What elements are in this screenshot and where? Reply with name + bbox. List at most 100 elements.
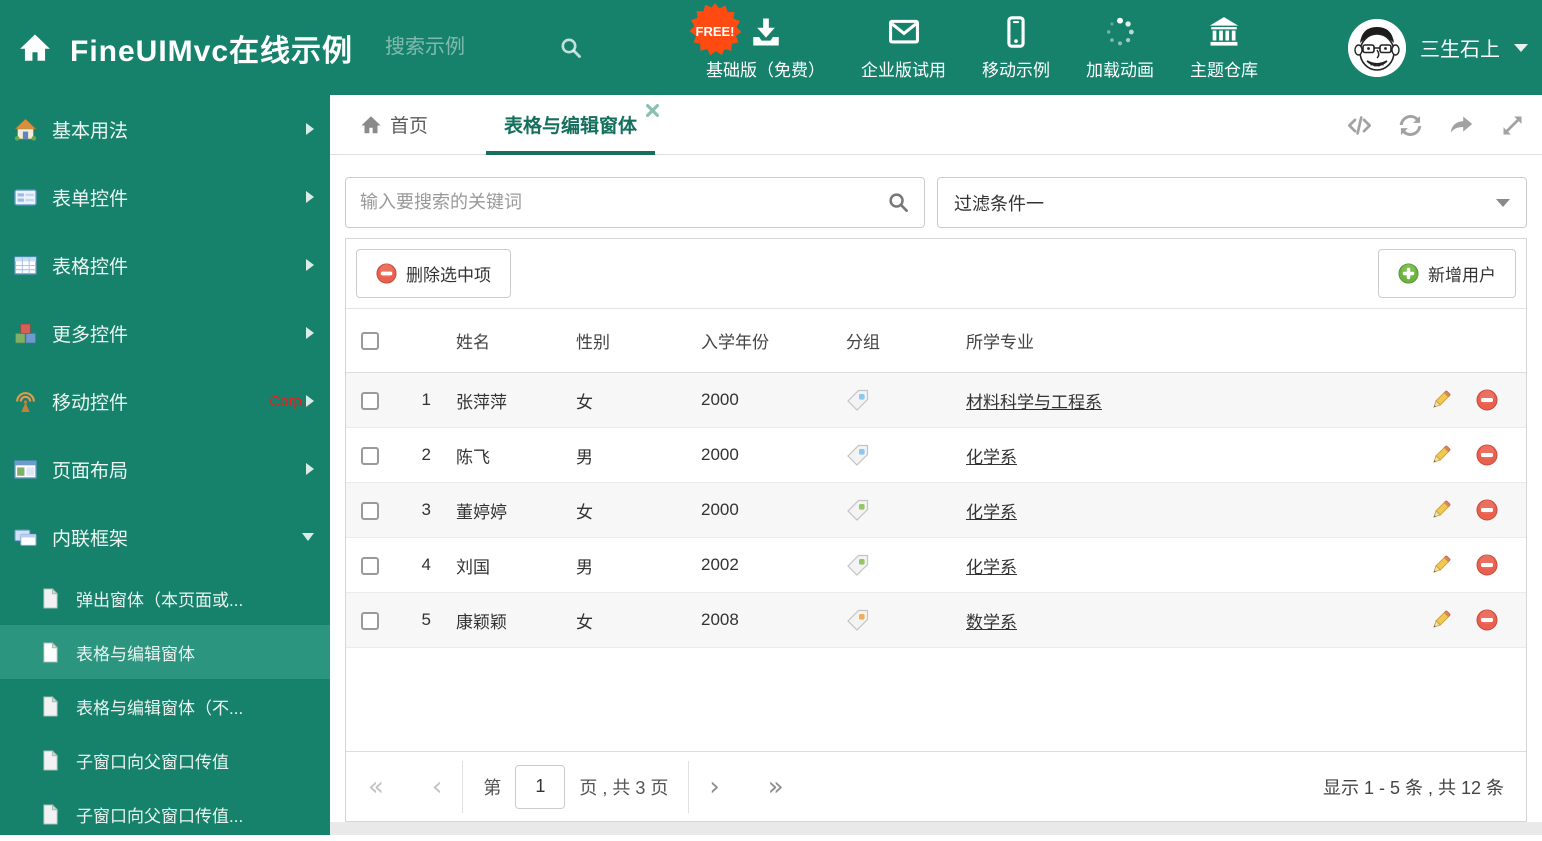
edit-icon[interactable] bbox=[1430, 389, 1452, 411]
table-body: 1 张萍萍 女 2000 材料科学与工程系 2 陈飞 男 2000 化学系 3 … bbox=[346, 373, 1526, 648]
delete-selected-button[interactable]: 删除选中项 bbox=[356, 249, 511, 298]
delete-icon[interactable] bbox=[1476, 609, 1498, 631]
year-cell: 2002 bbox=[701, 555, 739, 574]
grid-panel: 删除选中项 新增用户 姓名 性别 入学年份 分组 所学专业 1 张萍萍 女 20… bbox=[345, 238, 1527, 822]
prev-page-button[interactable]: ‹ bbox=[432, 774, 442, 800]
year-cell: 2000 bbox=[701, 390, 739, 409]
horizontal-scrollbar[interactable] bbox=[330, 822, 1542, 835]
filter-row: 过滤条件一 bbox=[345, 177, 1527, 228]
col-header-major[interactable]: 所学专业 bbox=[951, 328, 1401, 353]
name-cell: 董婷婷 bbox=[456, 502, 507, 522]
nav-mobile-demo[interactable]: 移动示例 bbox=[982, 15, 1050, 81]
last-page-button[interactable]: » bbox=[768, 774, 784, 800]
tag-icon bbox=[847, 499, 869, 521]
expand-arrow-icon bbox=[306, 191, 314, 203]
search-icon[interactable] bbox=[559, 36, 583, 60]
col-header-name[interactable]: 姓名 bbox=[441, 328, 561, 353]
bank-icon bbox=[1209, 16, 1239, 46]
table-row: 5 康颖颖 女 2008 数学系 bbox=[346, 593, 1526, 648]
expand-icon[interactable] bbox=[1499, 112, 1526, 139]
share-icon[interactable] bbox=[1448, 112, 1475, 139]
antenna-icon bbox=[16, 391, 35, 412]
home-icon[interactable] bbox=[18, 31, 52, 65]
col-header-year[interactable]: 入学年份 bbox=[686, 328, 831, 353]
edit-icon[interactable] bbox=[1430, 499, 1452, 521]
delete-icon[interactable] bbox=[1476, 554, 1498, 576]
select-all-checkbox[interactable] bbox=[361, 332, 379, 351]
first-page-button[interactable]: « bbox=[368, 774, 384, 800]
row-checkbox[interactable] bbox=[361, 501, 379, 520]
submenu-item-child-to-parent-2[interactable]: 子窗口向父窗口传值... bbox=[0, 787, 330, 841]
major-link[interactable]: 化学系 bbox=[966, 503, 1017, 522]
user-avatar[interactable] bbox=[1348, 18, 1406, 77]
submenu-item-grid-edit-window-2[interactable]: 表格与编辑窗体（不... bbox=[0, 679, 330, 733]
source-code-icon[interactable] bbox=[1346, 112, 1373, 139]
refresh-icon[interactable] bbox=[1397, 112, 1424, 139]
expand-arrow-icon bbox=[306, 463, 314, 475]
major-link[interactable]: 化学系 bbox=[966, 558, 1017, 577]
col-header-gender[interactable]: 性别 bbox=[561, 328, 686, 353]
nav-enterprise-trial[interactable]: 企业版试用 bbox=[861, 15, 946, 81]
sidebar-item-grid-controls[interactable]: 表格控件 bbox=[0, 231, 330, 299]
plus-circle-icon bbox=[1398, 263, 1419, 284]
collapse-arrow-icon bbox=[302, 533, 314, 541]
gender-cell: 女 bbox=[576, 612, 593, 632]
header-search-input[interactable] bbox=[385, 36, 536, 59]
submenu-item-child-to-parent[interactable]: 子窗口向父窗口传值 bbox=[0, 733, 330, 787]
sidebar-item-page-layout[interactable]: 页面布局 bbox=[0, 435, 330, 503]
tab-grid-edit-window[interactable]: 表格与编辑窗体 bbox=[486, 95, 660, 155]
submenu-item-grid-edit-window[interactable]: 表格与编辑窗体 bbox=[0, 625, 330, 679]
major-link[interactable]: 化学系 bbox=[966, 448, 1017, 467]
keyword-search-input[interactable] bbox=[360, 192, 887, 213]
sidebar-item-mobile-controls[interactable]: 移动控件 Corp. bbox=[0, 367, 330, 435]
delete-icon[interactable] bbox=[1476, 444, 1498, 466]
edit-icon[interactable] bbox=[1430, 609, 1452, 631]
close-icon[interactable] bbox=[646, 103, 660, 117]
row-checkbox[interactable] bbox=[361, 611, 379, 630]
gender-cell: 男 bbox=[576, 557, 593, 577]
sidebar-item-inline-frame[interactable]: 内联框架 bbox=[0, 503, 330, 571]
submenu-item-popup-window[interactable]: 弹出窗体（本页面或... bbox=[0, 571, 330, 625]
add-user-button[interactable]: 新增用户 bbox=[1378, 249, 1516, 298]
phone-icon bbox=[1007, 15, 1025, 48]
tab-home[interactable]: 首页 bbox=[360, 111, 428, 138]
record-summary: 显示 1 - 5 条 , 共 12 条 bbox=[1322, 777, 1504, 798]
user-menu-caret-icon[interactable] bbox=[1514, 43, 1528, 52]
row-checkbox[interactable] bbox=[361, 446, 379, 465]
major-link[interactable]: 材料科学与工程系 bbox=[966, 393, 1102, 412]
delete-icon[interactable] bbox=[1476, 499, 1498, 521]
row-number: 1 bbox=[421, 390, 431, 409]
row-checkbox[interactable] bbox=[361, 556, 379, 575]
cubes-icon bbox=[15, 323, 36, 343]
delete-icon[interactable] bbox=[1476, 389, 1498, 411]
nav-theme-store[interactable]: 主题仓库 bbox=[1190, 15, 1258, 81]
pagination-bar: « ‹ 第 页 , 共 3 页 › » 显示 1 - 5 条 , 共 12 条 bbox=[346, 751, 1526, 821]
edit-icon[interactable] bbox=[1430, 554, 1452, 576]
page-number-input[interactable] bbox=[515, 764, 566, 809]
download-icon bbox=[752, 18, 779, 45]
major-link[interactable]: 数学系 bbox=[966, 613, 1017, 632]
next-page-button[interactable]: › bbox=[709, 774, 719, 800]
sidebar-item-basic-usage[interactable]: 基本用法 bbox=[0, 95, 330, 163]
nav-loading-animation[interactable]: 加载动画 bbox=[1086, 15, 1154, 81]
year-cell: 2000 bbox=[701, 500, 739, 519]
page-icon bbox=[43, 803, 59, 825]
header-nav: 基础版（免费） 企业版试用 移动示例 加载动画 主题仓库 bbox=[706, 0, 1258, 95]
expand-arrow-icon bbox=[306, 327, 314, 339]
gender-cell: 女 bbox=[576, 502, 593, 522]
sidebar-item-form-controls[interactable]: 表单控件 bbox=[0, 163, 330, 231]
minus-circle-icon bbox=[376, 263, 397, 284]
col-header-group[interactable]: 分组 bbox=[831, 328, 951, 353]
frames-icon bbox=[14, 529, 37, 546]
search-icon[interactable] bbox=[887, 191, 910, 214]
row-checkbox[interactable] bbox=[361, 391, 379, 410]
filter-select[interactable]: 过滤条件一 bbox=[937, 177, 1527, 228]
main-content: 首页 表格与编辑窗体 输入要搜索的关键词 过滤条件一 删除选中项 新增用户 姓名… bbox=[330, 95, 1542, 835]
edit-icon[interactable] bbox=[1430, 444, 1452, 466]
table-row: 3 董婷婷 女 2000 化学系 bbox=[346, 483, 1526, 538]
name-cell: 陈飞 bbox=[456, 447, 490, 467]
username[interactable]: 三生石上 bbox=[1420, 33, 1500, 62]
sidebar-item-more-controls[interactable]: 更多控件 bbox=[0, 299, 330, 367]
year-cell: 2000 bbox=[701, 445, 739, 464]
name-cell: 康颖颖 bbox=[456, 612, 507, 632]
